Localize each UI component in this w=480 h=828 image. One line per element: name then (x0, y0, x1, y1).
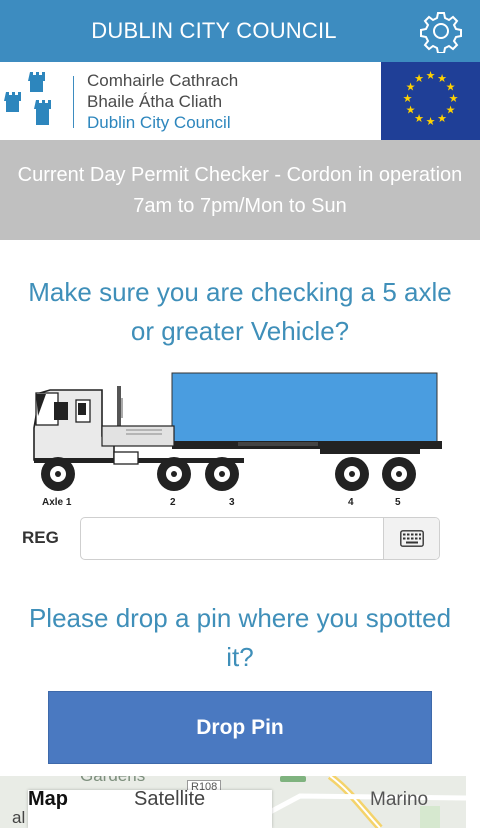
axle-label-4: 4 (348, 497, 354, 508)
map-edge (466, 776, 480, 828)
cordon-info-banner: Current Day Permit Checker - Cordon in o… (0, 140, 480, 240)
reg-field (80, 517, 440, 560)
tab-map[interactable]: Map (28, 788, 68, 811)
svg-text:★: ★ (414, 112, 424, 125)
map-left-partial-label: al (12, 808, 26, 827)
map-view[interactable]: Gardens R108 Marino al Map Satellite (0, 776, 480, 828)
app-title: DUBLIN CITY COUNCIL (91, 18, 337, 43)
map-label-gardens: Gardens (80, 776, 145, 786)
axle-question-text: Make sure you are checking a 5 axle or g… (28, 277, 452, 346)
axle-label-5: 5 (395, 497, 401, 508)
svg-text:★: ★ (426, 69, 436, 82)
svg-text:★: ★ (414, 72, 424, 85)
svg-text:★: ★ (426, 115, 436, 128)
app-header: DUBLIN CITY COUNCIL (0, 0, 480, 62)
council-name-block: Comhairle Cathrach Bhaile Átha Cliath Du… (87, 70, 238, 133)
eu-flag-icon: ★ ★ ★ ★ ★ ★ ★ ★ ★ ★ ★ ★ (381, 62, 480, 140)
council-name-irish-1: Comhairle Cathrach (87, 71, 239, 90)
axle-label-3: 3 (229, 497, 235, 508)
reg-input[interactable] (81, 518, 383, 559)
axle-label-1: Axle 1 (42, 497, 72, 508)
drop-pin-button[interactable]: Drop Pin (48, 691, 432, 764)
brand-divider (73, 76, 74, 128)
svg-text:★: ★ (437, 112, 447, 125)
gear-icon[interactable] (419, 9, 463, 54)
council-name-english: Dublin City Council (87, 113, 231, 132)
tab-satellite[interactable]: Satellite (134, 788, 205, 811)
truck-illustration: Axle 1 2 3 4 5 (33, 372, 442, 508)
axle-label-2: 2 (170, 497, 176, 508)
pin-question-text: Please drop a pin where you spotted it? (28, 603, 452, 672)
keyboard-button[interactable] (383, 518, 439, 559)
keyboard-icon (400, 530, 424, 547)
council-name-irish-2: Bhaile Átha Cliath (87, 92, 223, 111)
svg-text:★: ★ (403, 92, 413, 105)
map-place-label: Marino (370, 789, 429, 810)
svg-text:★: ★ (406, 104, 416, 117)
three-castles-icon (4, 70, 66, 132)
svg-text:★: ★ (446, 104, 456, 117)
reg-label: REG (22, 528, 59, 547)
